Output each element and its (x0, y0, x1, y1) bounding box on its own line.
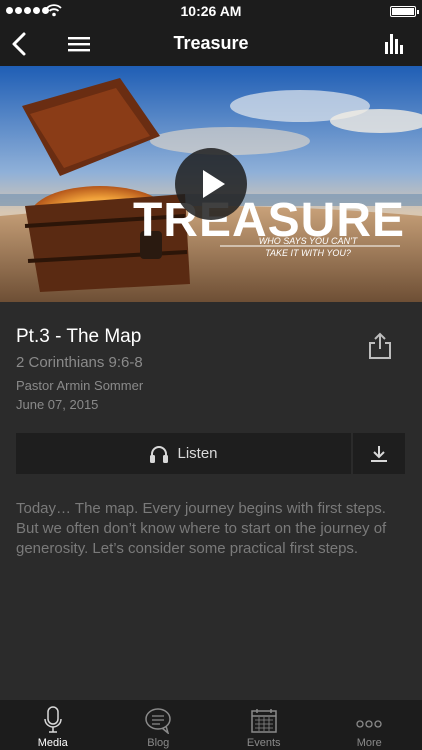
sermon-scripture: 2 Corinthians 9:6-8 (16, 354, 143, 371)
audio-actions: Listen (16, 433, 405, 474)
download-button[interactable] (353, 433, 405, 474)
navigation-bar: Treasure (0, 22, 422, 66)
sermon-speaker: Pastor Armin Sommer (16, 378, 144, 393)
status-bar: 10:26 AM (0, 0, 422, 22)
tab-label: More (356, 737, 382, 749)
tab-media[interactable]: Media (0, 700, 106, 750)
headphones-icon (150, 445, 169, 463)
calendar-icon (251, 709, 277, 733)
tab-label: Events (246, 737, 281, 749)
sermon-title: Pt.3 - The Map (16, 326, 142, 347)
sermon-description: Today… The map. Every journey begins wit… (16, 500, 387, 557)
tab-more[interactable]: More (317, 700, 422, 750)
sermon-date: June 07, 2015 (16, 397, 99, 412)
microphone-icon (44, 706, 62, 733)
play-icon (203, 170, 225, 198)
tab-blog[interactable]: Blog (106, 700, 212, 750)
battery-icon (390, 6, 419, 17)
sermon-info: Pt.3 - The Map 2 Corinthians 9:6-8 Pasto… (16, 326, 356, 416)
ellipsis-icon (356, 720, 382, 728)
chat-bubble-icon (145, 708, 171, 734)
download-icon (371, 445, 387, 462)
listen-label: Listen (177, 445, 218, 462)
tab-events[interactable]: Events (211, 700, 317, 750)
artwork-tagline-line2: TAKE IT WITH YOU? (265, 248, 351, 258)
play-button[interactable] (175, 148, 247, 220)
status-time: 10:26 AM (180, 3, 242, 19)
bar-chart-icon[interactable] (384, 32, 406, 54)
share-icon[interactable] (368, 332, 392, 360)
artwork-tagline-line1: WHO SAYS YOU CAN'T (259, 236, 359, 246)
tab-label: Media (37, 737, 68, 749)
listen-button[interactable]: Listen (16, 433, 353, 474)
tab-bar: Media Blog Events More (0, 700, 422, 750)
tab-label: Blog (147, 737, 170, 749)
page-title: Treasure (173, 33, 249, 53)
